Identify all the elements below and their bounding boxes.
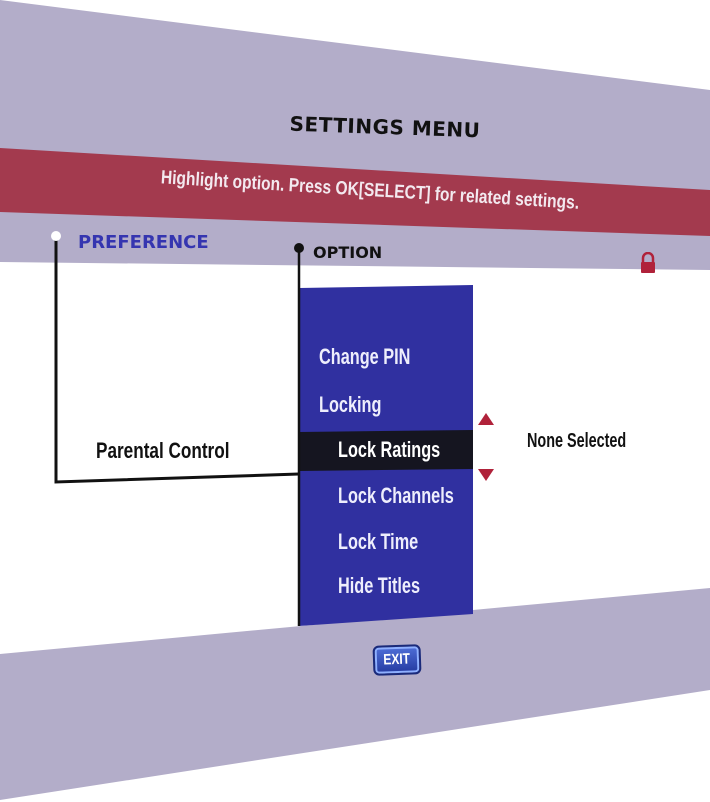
option-item-hide-titles[interactable]: Hide Titles bbox=[338, 573, 420, 599]
preference-item-parental-control[interactable]: Parental Control bbox=[96, 438, 229, 464]
tv-screen: SETTINGS MENU Highlight option. Press OK… bbox=[0, 0, 710, 802]
exit-button-label: EXIT bbox=[383, 650, 411, 669]
option-item-locking[interactable]: Locking bbox=[319, 392, 381, 418]
lock-icon bbox=[641, 252, 655, 273]
preference-header: PREFERENCE bbox=[78, 232, 209, 253]
option-item-lock-time[interactable]: Lock Time bbox=[338, 529, 418, 555]
option-item-lock-channels[interactable]: Lock Channels bbox=[338, 483, 454, 509]
exit-button[interactable]: EXIT bbox=[372, 644, 422, 676]
setting-value: None Selected bbox=[527, 430, 627, 452]
option-header: OPTION bbox=[313, 243, 383, 262]
option-item-change-pin[interactable]: Change PIN bbox=[319, 344, 410, 370]
preference-bullet bbox=[51, 231, 61, 241]
option-bullet bbox=[294, 243, 304, 253]
option-item-lock-ratings[interactable]: Lock Ratings bbox=[338, 437, 440, 463]
